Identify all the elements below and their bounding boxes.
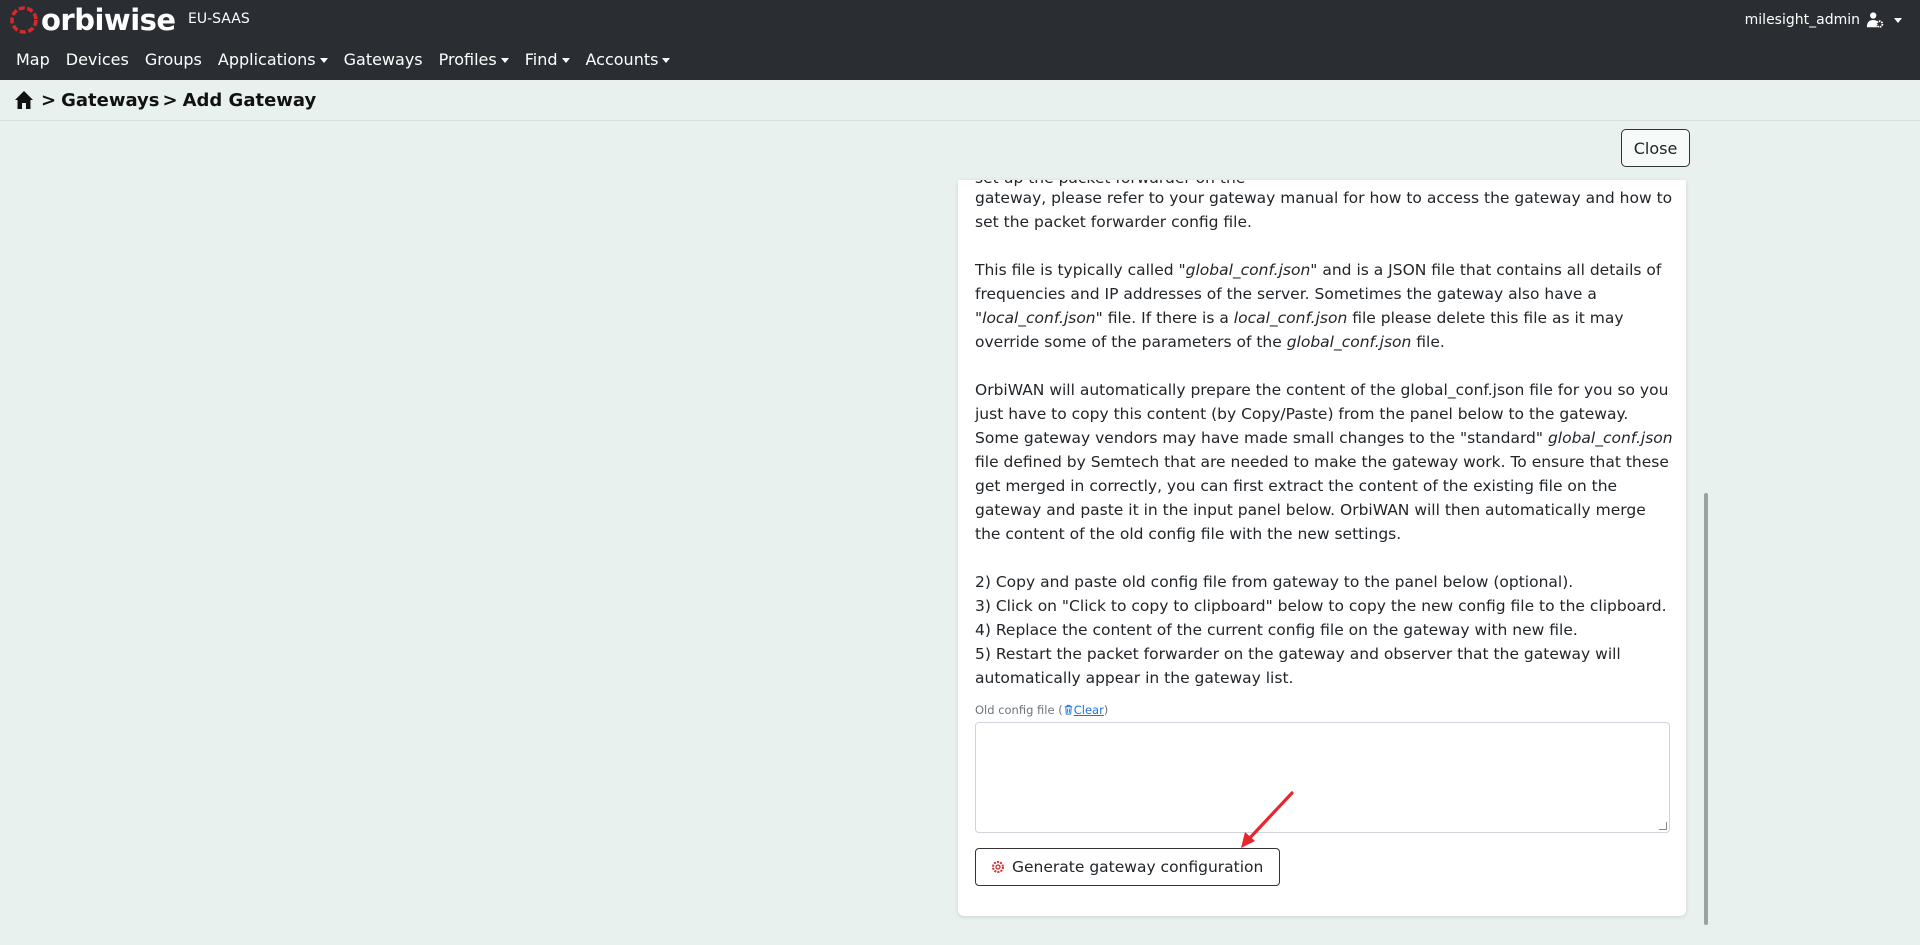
generate-gateway-configuration-button[interactable]: Generate gateway configuration [975, 848, 1280, 886]
nav-map[interactable]: Map [0, 48, 58, 72]
chevron-down-icon [561, 58, 570, 63]
instruction-paragraph-orbiwan: OrbiWAN will automatically prepare the c… [975, 381, 1673, 543]
nav-groups[interactable]: Groups [137, 48, 210, 72]
breadcrumb-separator: > [41, 89, 57, 111]
clear-link[interactable]: Clear [1074, 703, 1104, 717]
home-icon[interactable] [14, 90, 34, 110]
user-settings-icon [1866, 12, 1884, 28]
main-nav: Map Devices Groups Applications Gateways… [0, 48, 678, 72]
orbiwise-logo-icon [10, 6, 38, 34]
top-navbar: orbiwise EU-SAAS milesight_admin Map Dev… [0, 0, 1920, 80]
old-config-textarea[interactable] [975, 722, 1670, 833]
breadcrumb-add-gateway: Add Gateway [182, 89, 317, 111]
trash-icon[interactable] [1063, 704, 1074, 715]
gear-icon [992, 861, 1004, 873]
chevron-down-icon [662, 58, 671, 63]
resize-handle-icon[interactable] [1659, 822, 1667, 830]
orbiwise-logo[interactable]: orbiwise [8, 2, 176, 38]
instruction-step: 2) Copy and paste old config file from g… [975, 573, 1574, 591]
instruction-step: 5) Restart the packet forwarder on the g… [975, 645, 1621, 687]
username: milesight_admin [1744, 12, 1860, 28]
instruction-text: set the packet forwarder config file. [975, 213, 1252, 231]
breadcrumb-gateways[interactable]: Gateways [61, 90, 159, 111]
old-config-label: Old config file (Clear) [975, 703, 1109, 717]
breadcrumb: > Gateways > Add Gateway [0, 80, 1920, 121]
generate-button-label: Generate gateway configuration [1012, 858, 1264, 876]
user-menu[interactable]: milesight_admin [1745, 11, 1902, 29]
chevron-down-icon [500, 58, 509, 63]
instruction-step: 3) Click on "Click to copy to clipboard"… [975, 597, 1667, 615]
add-gateway-instructions-card: set up the packet forwarder on the gatew… [958, 180, 1686, 916]
instruction-paragraph-conf-file: This file is typically called "global_co… [975, 261, 1662, 351]
breadcrumb-separator: > [162, 89, 178, 111]
nav-find[interactable]: Find [517, 48, 578, 72]
nav-gateways[interactable]: Gateways [336, 48, 431, 72]
logo-text: orbiwise [41, 3, 176, 37]
nav-accounts[interactable]: Accounts [578, 48, 679, 72]
nav-applications[interactable]: Applications [210, 48, 336, 72]
chevron-down-icon [319, 58, 328, 63]
tenant-label: EU-SAAS [188, 11, 250, 27]
scrollbar-thumb[interactable] [1704, 493, 1708, 925]
close-button[interactable]: Close [1621, 129, 1690, 167]
chevron-down-icon [1894, 17, 1902, 23]
nav-devices[interactable]: Devices [58, 48, 137, 72]
instruction-step: 4) Replace the content of the current co… [975, 621, 1578, 639]
nav-profiles[interactable]: Profiles [431, 48, 517, 72]
instructions-text: gateway, please refer to your gateway ma… [975, 186, 1675, 690]
instruction-text: gateway, please refer to your gateway ma… [975, 189, 1673, 207]
